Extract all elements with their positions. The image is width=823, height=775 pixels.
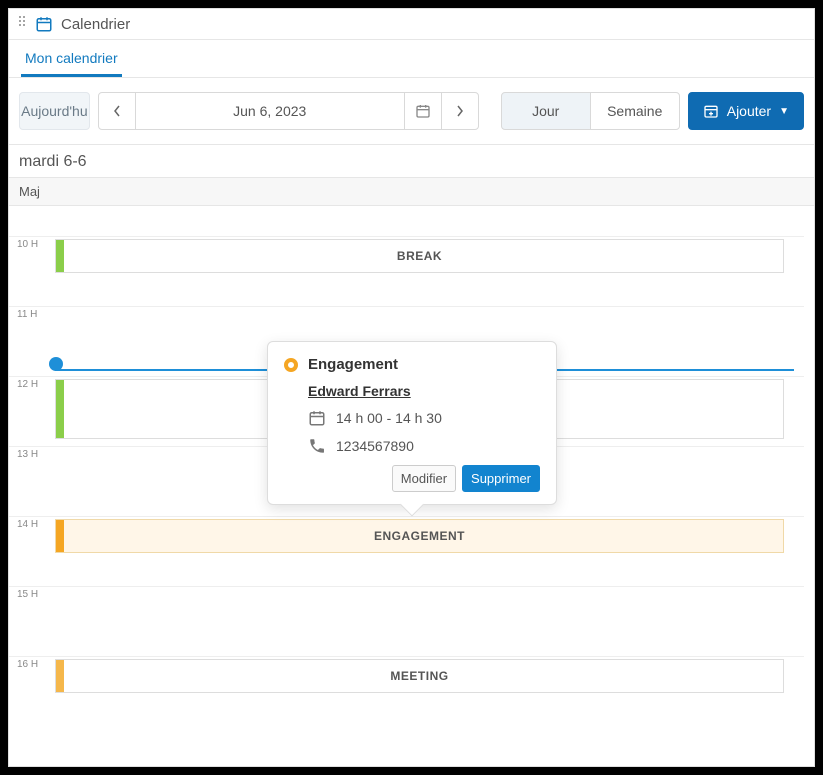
phone-icon xyxy=(308,437,326,455)
widget-header: Calendrier xyxy=(9,9,814,40)
event-popover: Engagement Edward Ferrars 14 h 00 - 14 h… xyxy=(267,341,557,505)
prev-button[interactable] xyxy=(98,92,136,130)
add-button-label: Ajouter xyxy=(727,103,771,119)
add-button[interactable]: Ajouter ▼ xyxy=(688,92,804,130)
date-picker-button[interactable] xyxy=(404,92,442,130)
popover-title: Engagement xyxy=(308,356,398,373)
hour-label: 13 H xyxy=(17,449,38,460)
event-color-bar xyxy=(56,520,64,552)
hour-block: 10 H BREAK xyxy=(9,236,804,306)
hour-label: 16 H xyxy=(17,659,38,670)
event-color-bar xyxy=(56,240,64,272)
popover-time-row: 14 h 00 - 14 h 30 xyxy=(308,409,540,427)
event-title: ENGAGEMENT xyxy=(374,529,465,543)
delete-button[interactable]: Supprimer xyxy=(462,465,540,492)
calendar-app: Calendrier Mon calendrier Aujourd'hu Jun… xyxy=(8,8,815,767)
status-ring-icon xyxy=(284,358,298,372)
view-day-button[interactable]: Jour xyxy=(501,92,591,130)
tab-bar: Mon calendrier xyxy=(9,40,814,78)
timeline: 10 H BREAK 11 H 12 H 13 H 14 H ENGAGEMEN… xyxy=(9,206,814,726)
hour-block: 16 H MEETING xyxy=(9,656,804,726)
event-color-bar xyxy=(56,380,64,438)
chevron-left-icon xyxy=(113,105,121,117)
view-toggle: Jour Semaine xyxy=(501,92,680,130)
drag-handle-icon[interactable] xyxy=(19,16,27,32)
hour-label: 11 H xyxy=(17,309,37,320)
hour-label: 10 H xyxy=(17,239,38,250)
popover-phone-row: 1234567890 xyxy=(308,437,540,455)
date-display: Jun 6, 2023 xyxy=(135,92,405,130)
calendar-icon xyxy=(35,15,53,33)
next-button[interactable] xyxy=(441,92,479,130)
hour-block: 15 H xyxy=(9,586,804,656)
tab-my-calendar[interactable]: Mon calendrier xyxy=(21,40,122,77)
popover-header: Engagement xyxy=(284,356,540,373)
popover-phone: 1234567890 xyxy=(336,438,414,454)
caret-down-icon: ▼ xyxy=(779,106,789,117)
chevron-right-icon xyxy=(456,105,464,117)
resource-row: Maj xyxy=(9,178,814,206)
hour-block: 14 H ENGAGEMENT xyxy=(9,516,804,586)
event-meeting[interactable]: MEETING xyxy=(55,659,784,693)
view-week-button[interactable]: Semaine xyxy=(590,92,680,130)
toolbar: Aujourd'hu Jun 6, 2023 Jour Semaine Ajou… xyxy=(9,78,814,145)
hour-label: 14 H xyxy=(17,519,38,530)
edit-button[interactable]: Modifier xyxy=(392,465,456,492)
hour-label: 15 H xyxy=(17,589,38,600)
calendar-icon xyxy=(308,409,326,427)
date-nav: Jun 6, 2023 xyxy=(98,92,479,130)
calendar-icon xyxy=(415,103,431,119)
popover-time: 14 h 00 - 14 h 30 xyxy=(336,410,442,426)
event-title: MEETING xyxy=(390,669,448,683)
hour-label: 12 H xyxy=(17,379,38,390)
event-title: BREAK xyxy=(397,249,442,263)
event-break[interactable]: BREAK xyxy=(55,239,784,273)
event-color-bar xyxy=(56,660,64,692)
popover-actions: Modifier Supprimer xyxy=(284,465,540,492)
today-button[interactable]: Aujourd'hu xyxy=(19,92,90,130)
person-link[interactable]: Edward Ferrars xyxy=(308,383,540,399)
event-engagement[interactable]: ENGAGEMENT xyxy=(55,519,784,553)
calendar-add-icon xyxy=(703,103,719,119)
widget-title: Calendrier xyxy=(61,16,130,33)
day-header: mardi 6-6 xyxy=(9,145,814,178)
